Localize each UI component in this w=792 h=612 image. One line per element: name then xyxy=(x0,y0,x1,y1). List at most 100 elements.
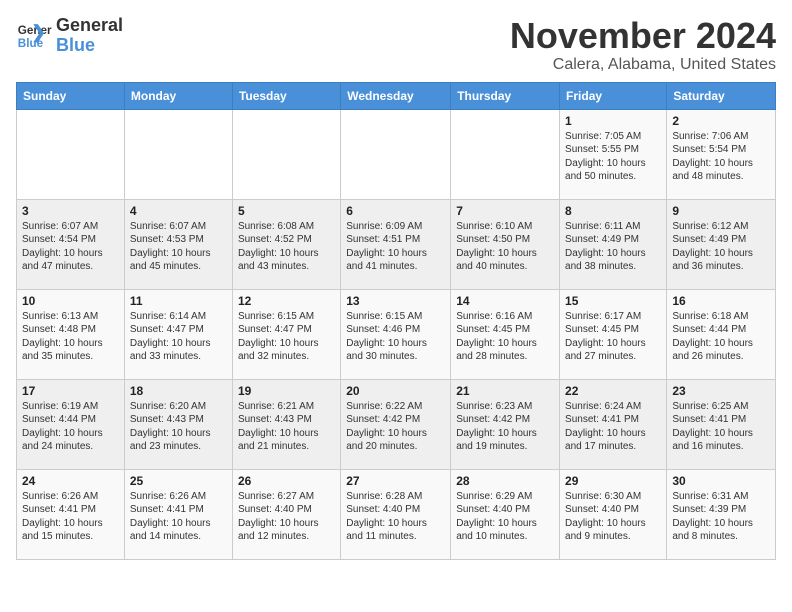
day-number: 3 xyxy=(22,204,119,218)
weekday-tuesday: Tuesday xyxy=(232,82,340,109)
day-cell: 11Sunrise: 6:14 AM Sunset: 4:47 PM Dayli… xyxy=(124,289,232,379)
day-info: Sunrise: 6:23 AM Sunset: 4:42 PM Dayligh… xyxy=(456,400,554,454)
day-cell: 21 Sunrise: 6:23 AM Sunset: 4:42 PM Dayli… xyxy=(451,379,560,469)
day-number: 5 xyxy=(238,204,335,218)
day-number: 8 xyxy=(565,204,661,218)
day-info: Sunrise: 6:09 AM Sunset: 4:51 PM Dayligh… xyxy=(346,220,445,274)
day-info: Sunrise: 6:21 AM Sunset: 4:43 PM Dayligh… xyxy=(238,400,335,454)
weekday-thursday: Thursday xyxy=(451,82,560,109)
day-cell: 15 Sunrise: 6:17 AM Sunset: 4:45 PM Dayli… xyxy=(560,289,667,379)
day-cell: 17 Sunrise: 6:19 AM Sunset: 4:44 PM Dayli… xyxy=(17,379,125,469)
week-row-5: 24 Sunrise: 6:26 AM Sunset: 4:41 PM Dayli… xyxy=(17,469,776,559)
day-cell: 23 Sunrise: 6:25 AM Sunset: 4:41 PM Dayli… xyxy=(667,379,776,469)
day-number: 23 xyxy=(672,384,770,398)
day-info: Sunrise: 6:29 AM Sunset: 4:40 PM Dayligh… xyxy=(456,490,554,544)
day-info: Sunrise: 6:20 AM Sunset: 4:43 PM Dayligh… xyxy=(130,400,227,454)
subtitle: Calera, Alabama, United States xyxy=(510,56,776,74)
day-number: 25 xyxy=(130,474,227,488)
day-cell: 4 Sunrise: 6:07 AM Sunset: 4:53 PM Daylig… xyxy=(124,199,232,289)
day-cell: 16Sunrise: 6:18 AM Sunset: 4:44 PM Dayli… xyxy=(667,289,776,379)
title-block: November 2024 Calera, Alabama, United St… xyxy=(510,16,776,74)
logo-text: General Blue xyxy=(56,16,123,56)
day-cell: 12 Sunrise: 6:15 AM Sunset: 4:47 PM Dayli… xyxy=(232,289,340,379)
weekday-header: SundayMondayTuesdayWednesdayThursdayFrid… xyxy=(17,82,776,109)
day-cell: 7 Sunrise: 6:10 AM Sunset: 4:50 PM Daylig… xyxy=(451,199,560,289)
day-cell: 26 Sunrise: 6:27 AM Sunset: 4:40 PM Dayli… xyxy=(232,469,340,559)
day-cell: 30 Sunrise: 6:31 AM Sunset: 4:39 PM Dayli… xyxy=(667,469,776,559)
day-cell: 20 Sunrise: 6:22 AM Sunset: 4:42 PM Dayli… xyxy=(341,379,451,469)
day-cell: 14 Sunrise: 6:16 AM Sunset: 4:45 PM Dayli… xyxy=(451,289,560,379)
day-info: Sunrise: 6:11 AM Sunset: 4:49 PM Dayligh… xyxy=(565,220,661,274)
day-info: Sunrise: 6:13 AM Sunset: 4:48 PM Dayligh… xyxy=(22,310,119,364)
day-cell: 27 Sunrise: 6:28 AM Sunset: 4:40 PM Dayli… xyxy=(341,469,451,559)
day-number: 2 xyxy=(672,114,770,128)
day-info: Sunrise: 6:17 AM Sunset: 4:45 PM Dayligh… xyxy=(565,310,661,364)
day-number: 9 xyxy=(672,204,770,218)
calendar: SundayMondayTuesdayWednesdayThursdayFrid… xyxy=(16,82,776,560)
day-cell: 25 Sunrise: 6:26 AM Sunset: 4:41 PM Dayli… xyxy=(124,469,232,559)
day-info: Sunrise: 6:07 AM Sunset: 4:54 PM Dayligh… xyxy=(22,220,119,274)
day-info: Sunrise: 6:22 AM Sunset: 4:42 PM Dayligh… xyxy=(346,400,445,454)
day-info: Sunrise: 6:31 AM Sunset: 4:39 PM Dayligh… xyxy=(672,490,770,544)
day-info: Sunrise: 6:27 AM Sunset: 4:40 PM Dayligh… xyxy=(238,490,335,544)
day-number: 1 xyxy=(565,114,661,128)
day-number: 12 xyxy=(238,294,335,308)
day-cell: 22 Sunrise: 6:24 AM Sunset: 4:41 PM Dayli… xyxy=(560,379,667,469)
day-info: Sunrise: 7:05 AM Sunset: 5:55 PM Dayligh… xyxy=(565,130,661,184)
day-number: 27 xyxy=(346,474,445,488)
day-info: Sunrise: 6:07 AM Sunset: 4:53 PM Dayligh… xyxy=(130,220,227,274)
day-cell: 18 Sunrise: 6:20 AM Sunset: 4:43 PM Dayli… xyxy=(124,379,232,469)
weekday-friday: Friday xyxy=(560,82,667,109)
day-cell: 1 Sunrise: 7:05 AM Sunset: 5:55 PM Daylig… xyxy=(560,109,667,199)
day-number: 26 xyxy=(238,474,335,488)
day-info: Sunrise: 6:19 AM Sunset: 4:44 PM Dayligh… xyxy=(22,400,119,454)
day-cell xyxy=(341,109,451,199)
day-cell: 5Sunrise: 6:08 AM Sunset: 4:52 PM Daylig… xyxy=(232,199,340,289)
day-cell: 6 Sunrise: 6:09 AM Sunset: 4:51 PM Daylig… xyxy=(341,199,451,289)
day-number: 30 xyxy=(672,474,770,488)
day-number: 6 xyxy=(346,204,445,218)
day-cell xyxy=(124,109,232,199)
day-info: Sunrise: 6:24 AM Sunset: 4:41 PM Dayligh… xyxy=(565,400,661,454)
day-info: Sunrise: 6:15 AM Sunset: 4:46 PM Dayligh… xyxy=(346,310,445,364)
day-info: Sunrise: 6:10 AM Sunset: 4:50 PM Dayligh… xyxy=(456,220,554,274)
day-info: Sunrise: 6:28 AM Sunset: 4:40 PM Dayligh… xyxy=(346,490,445,544)
day-number: 29 xyxy=(565,474,661,488)
day-number: 17 xyxy=(22,384,119,398)
day-number: 24 xyxy=(22,474,119,488)
week-row-2: 3 Sunrise: 6:07 AM Sunset: 4:54 PM Daylig… xyxy=(17,199,776,289)
weekday-saturday: Saturday xyxy=(667,82,776,109)
day-number: 14 xyxy=(456,294,554,308)
day-cell: 29 Sunrise: 6:30 AM Sunset: 4:40 PM Dayli… xyxy=(560,469,667,559)
day-cell xyxy=(232,109,340,199)
week-row-3: 10 Sunrise: 6:13 AM Sunset: 4:48 PM Dayli… xyxy=(17,289,776,379)
day-info: Sunrise: 6:14 AM Sunset: 4:47 PM Dayligh… xyxy=(130,310,227,364)
day-info: Sunrise: 6:16 AM Sunset: 4:45 PM Dayligh… xyxy=(456,310,554,364)
day-number: 4 xyxy=(130,204,227,218)
day-info: Sunrise: 6:26 AM Sunset: 4:41 PM Dayligh… xyxy=(22,490,119,544)
day-number: 7 xyxy=(456,204,554,218)
day-number: 18 xyxy=(130,384,227,398)
day-info: Sunrise: 6:30 AM Sunset: 4:40 PM Dayligh… xyxy=(565,490,661,544)
weekday-sunday: Sunday xyxy=(17,82,125,109)
week-row-1: 1 Sunrise: 7:05 AM Sunset: 5:55 PM Daylig… xyxy=(17,109,776,199)
day-cell: 9 Sunrise: 6:12 AM Sunset: 4:49 PM Daylig… xyxy=(667,199,776,289)
day-info: Sunrise: 6:25 AM Sunset: 4:41 PM Dayligh… xyxy=(672,400,770,454)
day-info: Sunrise: 6:12 AM Sunset: 4:49 PM Dayligh… xyxy=(672,220,770,274)
day-info: Sunrise: 6:26 AM Sunset: 4:41 PM Dayligh… xyxy=(130,490,227,544)
day-info: Sunrise: 6:18 AM Sunset: 4:44 PM Dayligh… xyxy=(672,310,770,364)
day-number: 19 xyxy=(238,384,335,398)
day-number: 22 xyxy=(565,384,661,398)
logo-icon: General Blue xyxy=(16,18,52,54)
day-cell xyxy=(451,109,560,199)
day-number: 15 xyxy=(565,294,661,308)
day-cell: 13Sunrise: 6:15 AM Sunset: 4:46 PM Dayli… xyxy=(341,289,451,379)
day-cell: 24 Sunrise: 6:26 AM Sunset: 4:41 PM Dayli… xyxy=(17,469,125,559)
day-number: 20 xyxy=(346,384,445,398)
day-number: 10 xyxy=(22,294,119,308)
day-cell: 2Sunrise: 7:06 AM Sunset: 5:54 PM Daylig… xyxy=(667,109,776,199)
logo: General Blue General Blue xyxy=(16,16,123,56)
day-number: 21 xyxy=(456,384,554,398)
week-row-4: 17 Sunrise: 6:19 AM Sunset: 4:44 PM Dayli… xyxy=(17,379,776,469)
day-info: Sunrise: 6:15 AM Sunset: 4:47 PM Dayligh… xyxy=(238,310,335,364)
